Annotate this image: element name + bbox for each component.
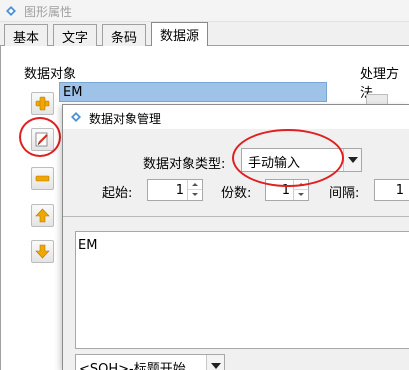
chevron-down-icon[interactable] [343, 149, 361, 171]
control-chevron-down-icon[interactable] [206, 355, 224, 370]
move-down-button[interactable] [31, 240, 54, 263]
tab-basic[interactable]: 基本 [4, 24, 49, 46]
copies-decrement-button[interactable] [294, 190, 308, 200]
copies-label: 份数: [221, 186, 252, 201]
add-button[interactable] [31, 92, 54, 115]
data-object-name: EM [63, 85, 83, 100]
object-type-label: 数据对象类型: [143, 157, 226, 172]
plus-icon [35, 96, 50, 111]
edit-button[interactable] [31, 128, 54, 151]
object-type-value: 手动输入 [248, 156, 301, 171]
copies-stepper[interactable]: 1 [265, 179, 309, 201]
tab-datasource[interactable]: 数据源 [151, 22, 209, 47]
start-stepper[interactable]: 1 [147, 179, 203, 201]
data-object-list-item[interactable]: EM [59, 82, 327, 102]
copies-value: 1 [281, 183, 290, 198]
tab-text[interactable]: 文字 [53, 24, 98, 46]
start-decrement-button[interactable] [188, 190, 202, 200]
copies-increment-button[interactable] [294, 180, 308, 190]
start-increment-button[interactable] [188, 180, 202, 190]
move-up-button[interactable] [31, 204, 54, 227]
interval-label: 间隔: [329, 186, 360, 201]
dialog-title: 数据对象管理 [89, 112, 162, 126]
app-icon [6, 6, 16, 16]
minus-icon [35, 175, 50, 182]
control-character-value: <SOH>-标题开始 [79, 362, 186, 370]
window-title: 图形属性 [24, 5, 73, 19]
copies-stepper-buttons [293, 180, 308, 200]
arrow-up-icon [35, 208, 50, 223]
dialog-titlebar: 数据对象管理 [63, 105, 409, 129]
tab-strip: 基本 文字 条码 数据源 [0, 22, 409, 47]
start-value: 1 [175, 183, 184, 198]
window-titlebar: 图形属性 [0, 0, 409, 22]
arrow-down-icon [35, 244, 50, 259]
data-objects-group-label: 数据对象 [24, 67, 77, 82]
edit-icon [35, 132, 48, 147]
dialog-separator [63, 216, 409, 217]
control-character-dropdown[interactable]: <SOH>-标题开始 [75, 354, 225, 370]
object-type-dropdown[interactable]: 手动输入 [241, 148, 362, 172]
tab-barcode[interactable]: 条码 [102, 24, 147, 46]
start-stepper-buttons [187, 180, 202, 200]
data-content-text: EM [78, 238, 98, 253]
data-object-manager-dialog: 数据对象管理 数据对象类型: 手动输入 起始: 1 份数: 1 间隔: 1 EM… [62, 104, 409, 370]
data-content-textarea[interactable]: EM [75, 231, 409, 349]
interval-value: 1 [395, 183, 404, 198]
dialog-app-icon [71, 112, 81, 122]
interval-stepper[interactable]: 1 [374, 179, 409, 201]
remove-button[interactable] [31, 167, 54, 190]
start-label: 起始: [102, 186, 133, 201]
